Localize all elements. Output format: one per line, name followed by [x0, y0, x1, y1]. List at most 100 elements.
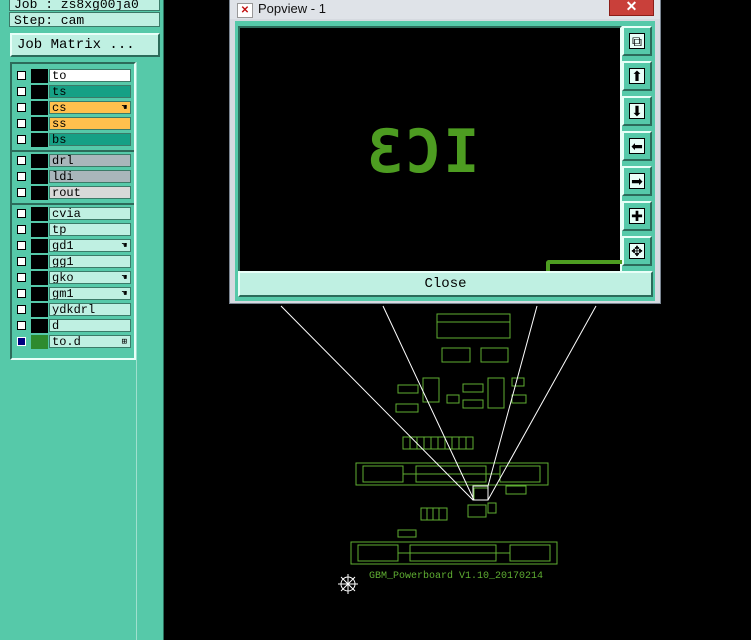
expand-box-icon: ⊞ — [121, 337, 127, 347]
layer-name[interactable]: ydkdrl — [49, 303, 131, 316]
layer-checkbox[interactable] — [17, 289, 26, 298]
left-panel: Job : zs8xg00ja0 Step: cam Job Matrix ..… — [0, 0, 164, 640]
layer-name[interactable]: d — [49, 319, 131, 332]
zoom-fit-icon: ⧉ — [629, 33, 645, 50]
zoom-in-icon: ✚ — [629, 208, 645, 225]
close-button[interactable]: Close — [238, 271, 653, 297]
layer-checkbox[interactable] — [17, 119, 26, 128]
layer-name[interactable]: tp — [49, 223, 131, 236]
layer-color-swatch[interactable] — [31, 335, 48, 349]
layer-color-swatch[interactable] — [31, 271, 48, 285]
window-titlebar[interactable]: ✕ Popview - 1 ✕ — [230, 0, 660, 19]
layer-checkbox[interactable] — [17, 209, 26, 218]
layer-color-swatch[interactable] — [31, 170, 48, 184]
zoom-in-button[interactable]: ✚ — [622, 201, 652, 231]
pan-up-icon: ⬆ — [629, 68, 645, 85]
layer-name[interactable]: drl — [49, 154, 131, 167]
zoom-out-button[interactable]: ✥ — [622, 236, 652, 266]
layer-row-rout[interactable]: rout — [14, 186, 132, 200]
layer-checkbox[interactable] — [17, 172, 26, 181]
layer-name[interactable]: bs — [49, 133, 131, 146]
zoom-fit-button[interactable]: ⧉ — [622, 26, 652, 56]
board-component — [480, 347, 509, 363]
layer-checkbox[interactable] — [17, 103, 26, 112]
layer-name[interactable]: gko ☚ — [49, 271, 131, 284]
layer-row-gko[interactable]: gko ☚ — [14, 271, 132, 285]
hand-pointer-icon: ☚ — [121, 289, 127, 299]
board-component — [487, 377, 505, 409]
layer-color-swatch[interactable] — [31, 303, 48, 317]
layer-name[interactable]: to.d ⊞ — [49, 335, 131, 348]
layer-list-scrollbar[interactable] — [136, 62, 163, 640]
layer-checkbox[interactable] — [17, 156, 26, 165]
pan-left-button[interactable]: ⬅ — [622, 131, 652, 161]
pan-right-button[interactable]: ➡ — [622, 166, 652, 196]
layer-checkbox[interactable] — [17, 337, 26, 346]
layer-name[interactable]: ldi — [49, 170, 131, 183]
zoom-out-icon: ✥ — [629, 243, 645, 260]
preview-canvas[interactable]: IC3 — [238, 26, 626, 274]
board-component — [436, 313, 511, 339]
layer-color-swatch[interactable] — [31, 186, 48, 200]
layer-row-gg1[interactable]: gg1 — [14, 255, 132, 269]
layer-group-separator — [12, 150, 134, 152]
layer-row-cvia[interactable]: cvia — [14, 207, 132, 221]
layer-color-swatch[interactable] — [31, 255, 48, 269]
layer-checkbox[interactable] — [17, 305, 26, 314]
layer-row-ts[interactable]: ts — [14, 85, 132, 99]
layer-checkbox[interactable] — [17, 71, 26, 80]
popview-window: ✕ Popview - 1 ✕ IC3 ⧉ ⬆ ⬇ ⬅ ➡ ✚ ✥ Close — [229, 0, 661, 304]
layer-color-swatch[interactable] — [31, 85, 48, 99]
job-name-field: Job : zs8xg00ja0 — [9, 0, 160, 11]
pan-down-button[interactable]: ⬇ — [622, 96, 652, 126]
layer-name[interactable]: rout — [49, 186, 131, 199]
layer-row-cs[interactable]: cs ☚ — [14, 101, 132, 115]
layer-color-swatch[interactable] — [31, 101, 48, 115]
layer-color-swatch[interactable] — [31, 154, 48, 168]
layer-row-bs[interactable]: bs — [14, 133, 132, 147]
layer-name[interactable]: gg1 — [49, 255, 131, 268]
layer-checkbox[interactable] — [17, 135, 26, 144]
pan-down-icon: ⬇ — [629, 103, 645, 120]
layer-checkbox[interactable] — [17, 257, 26, 266]
layer-name[interactable]: cs ☚ — [49, 101, 131, 114]
layer-name[interactable]: gm1 ☚ — [49, 287, 131, 300]
layer-row-gm1[interactable]: gm1 ☚ — [14, 287, 132, 301]
layer-checkbox[interactable] — [17, 225, 26, 234]
layer-color-swatch[interactable] — [31, 133, 48, 147]
layer-name[interactable]: gd1 ☚ — [49, 239, 131, 252]
window-title: Popview - 1 — [258, 1, 326, 16]
layer-name[interactable]: ts — [49, 85, 131, 98]
layer-row-ldi[interactable]: ldi — [14, 170, 132, 184]
layer-row-d[interactable]: d — [14, 319, 132, 333]
layer-color-swatch[interactable] — [31, 239, 48, 253]
job-matrix-button[interactable]: Job Matrix ... — [10, 33, 160, 57]
layer-name[interactable]: ss — [49, 117, 131, 130]
popview-toolbar: ⧉ ⬆ ⬇ ⬅ ➡ ✚ ✥ — [622, 26, 654, 269]
layer-checkbox[interactable] — [17, 241, 26, 250]
pan-left-icon: ⬅ — [629, 138, 645, 155]
pan-up-button[interactable]: ⬆ — [622, 61, 652, 91]
layer-name[interactable]: cvia — [49, 207, 131, 220]
layer-name[interactable]: to — [49, 69, 131, 82]
popview-body: IC3 ⧉ ⬆ ⬇ ⬅ ➡ ✚ ✥ Close — [235, 21, 655, 301]
layer-row-gd1[interactable]: gd1 ☚ — [14, 239, 132, 253]
layer-row-to-d[interactable]: to.d ⊞ — [14, 335, 132, 349]
layer-checkbox[interactable] — [17, 87, 26, 96]
window-close-button[interactable]: ✕ — [609, 0, 654, 16]
layer-checkbox[interactable] — [17, 321, 26, 330]
layer-row-ss[interactable]: ss — [14, 117, 132, 131]
layer-color-swatch[interactable] — [31, 319, 48, 333]
layer-color-swatch[interactable] — [31, 117, 48, 131]
layer-group-separator — [12, 203, 134, 205]
layer-checkbox[interactable] — [17, 188, 26, 197]
layer-row-drl[interactable]: drl — [14, 154, 132, 168]
layer-row-ydkdrl[interactable]: ydkdrl — [14, 303, 132, 317]
layer-color-swatch[interactable] — [31, 69, 48, 83]
layer-checkbox[interactable] — [17, 273, 26, 282]
layer-color-swatch[interactable] — [31, 223, 48, 237]
layer-color-swatch[interactable] — [31, 207, 48, 221]
layer-row-tp[interactable]: tp — [14, 223, 132, 237]
layer-color-swatch[interactable] — [31, 287, 48, 301]
layer-row-to[interactable]: to — [14, 69, 132, 83]
